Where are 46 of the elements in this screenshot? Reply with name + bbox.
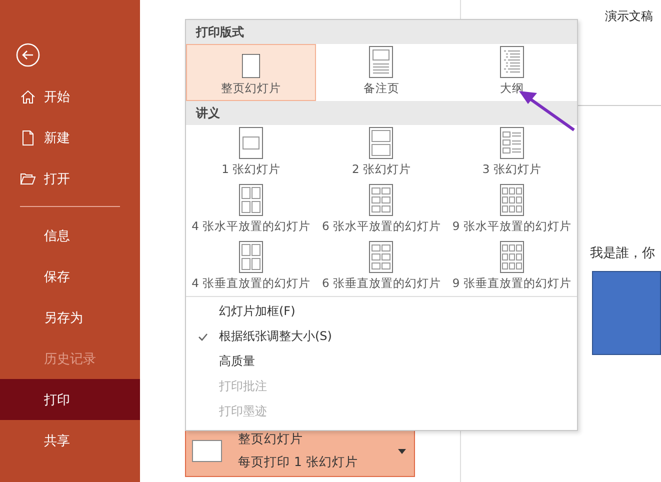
page-layout-icon bbox=[500, 241, 524, 273]
slide-thumbnail-icon bbox=[192, 440, 222, 462]
layout-option[interactable]: 备注页 bbox=[316, 44, 447, 101]
layout-option[interactable]: 9 张垂直放置的幻灯片 bbox=[446, 239, 577, 296]
home-icon bbox=[20, 88, 36, 104]
sidebar-item[interactable]: 信息 bbox=[0, 215, 140, 256]
layout-option[interactable]: 6 张垂直放置的幻灯片 bbox=[316, 239, 447, 296]
layout-option[interactable]: 9 张水平放置的幻灯片 bbox=[446, 182, 577, 239]
page-layout-icon bbox=[369, 127, 394, 159]
sidebar-item[interactable]: 新建 bbox=[0, 117, 140, 158]
layout-option[interactable]: 6 张水平放置的幻灯片 bbox=[316, 182, 447, 239]
layout-option[interactable]: 整页幻灯片 bbox=[186, 44, 316, 101]
sidebar-item[interactable]: 另存为 bbox=[0, 297, 140, 338]
page-layout-icon bbox=[239, 184, 264, 216]
sidebar-item[interactable]: 保存 bbox=[0, 256, 140, 297]
page-layout-icon bbox=[239, 241, 264, 273]
section-header: 讲义 bbox=[186, 101, 577, 125]
layout-option[interactable]: 2 张幻灯片 bbox=[316, 125, 447, 182]
caret-icon bbox=[398, 448, 406, 454]
page-layout-icon bbox=[369, 46, 394, 78]
back-icon[interactable] bbox=[16, 43, 40, 67]
layout-subtitle: 每页打印 1 张幻灯片 bbox=[238, 454, 359, 471]
menu-option[interactable]: 高质量 bbox=[186, 349, 577, 374]
layout-option[interactable]: 4 张垂直放置的幻灯片 bbox=[186, 239, 316, 296]
page-layout-icon bbox=[500, 46, 524, 78]
page-layout-icon bbox=[500, 184, 524, 216]
sidebar-item[interactable]: 开始 bbox=[0, 76, 140, 117]
page-layout-icon bbox=[369, 184, 394, 216]
slide-text: 我是誰，你 bbox=[590, 245, 656, 262]
sidebar-item[interactable]: 打印 bbox=[0, 379, 140, 420]
menu-option[interactable]: 根据纸张调整大小(S) bbox=[186, 324, 577, 349]
layout-option[interactable]: 3 张幻灯片 bbox=[446, 125, 577, 182]
layout-title: 整页幻灯片 bbox=[238, 431, 304, 448]
document-icon bbox=[20, 130, 36, 146]
menu-option[interactable]: 幻灯片加框(F) bbox=[186, 299, 577, 324]
page-layout-icon bbox=[369, 241, 394, 273]
section-header: 打印版式 bbox=[186, 20, 577, 44]
page-layout-icon bbox=[500, 127, 524, 159]
layout-option[interactable]: 1 张幻灯片 bbox=[186, 125, 316, 182]
folder-icon bbox=[20, 170, 36, 186]
sidebar-item[interactable]: 打开 bbox=[0, 158, 140, 199]
document-title: 演示文稿 bbox=[605, 8, 654, 25]
sidebar-item[interactable]: 共享 bbox=[0, 420, 140, 461]
page-layout-icon bbox=[239, 127, 264, 159]
layout-option[interactable]: 4 张水平放置的幻灯片 bbox=[186, 182, 316, 239]
layout-option[interactable]: 大纲 bbox=[446, 44, 577, 101]
